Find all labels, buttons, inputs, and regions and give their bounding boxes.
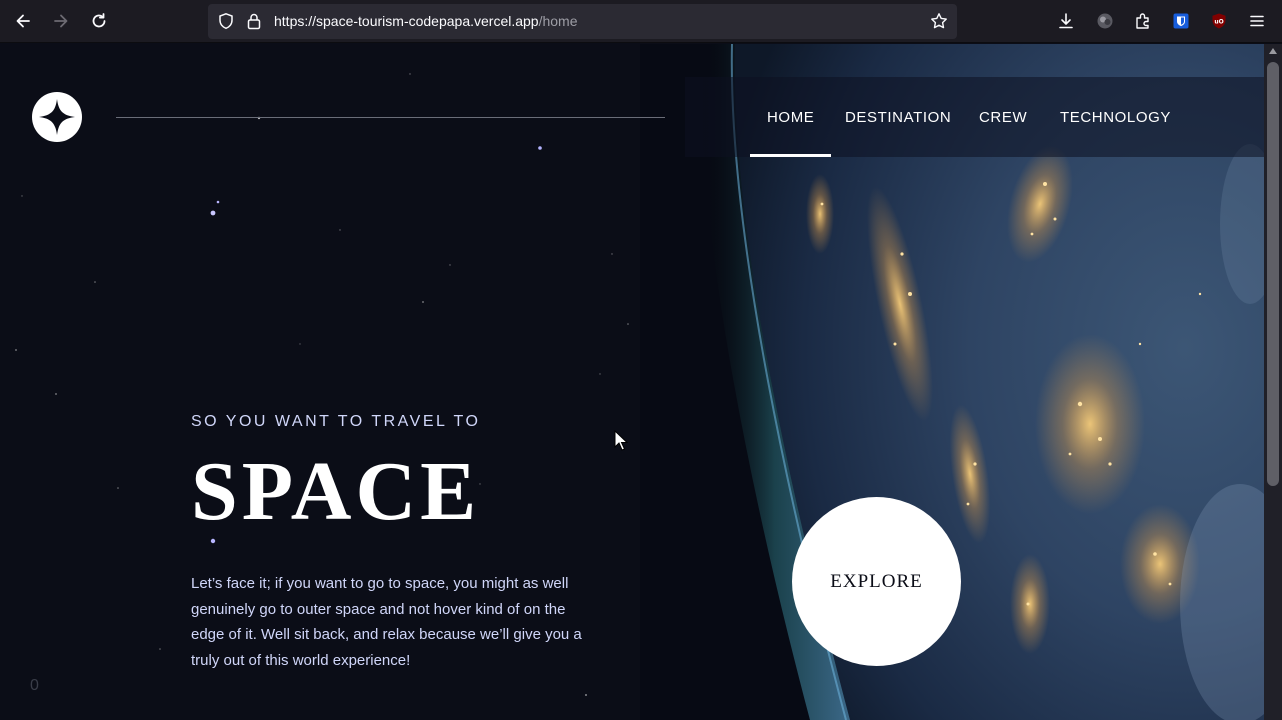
nav-item-home[interactable]: HOME	[749, 77, 832, 157]
url-text[interactable]: https://space-tourism-codepapa.vercel.ap…	[274, 13, 578, 29]
url-path: /home	[538, 13, 578, 29]
hero-eyebrow: SO YOU WANT TO TRAVEL TO	[191, 413, 481, 430]
explore-button[interactable]: EXPLORE	[792, 497, 961, 666]
hero-title: SPACE	[191, 445, 481, 538]
header-divider-line	[116, 117, 665, 118]
nav-label: DESTINATION	[845, 108, 952, 126]
svg-text:uO: uO	[1214, 19, 1223, 26]
star-logo-icon	[39, 99, 75, 135]
extensions-icon[interactable]	[1128, 6, 1158, 36]
forward-arrow-icon[interactable]	[46, 6, 76, 36]
scroll-up-arrow-icon[interactable]	[1269, 48, 1277, 54]
url-domain: https://space-tourism-codepapa.vercel.ap…	[274, 13, 539, 29]
scrollbar-thumb[interactable]	[1267, 62, 1279, 486]
hero-body-text: Let’s face it; if you want to go to spac…	[191, 575, 582, 669]
nav-item-destination[interactable]: DESTINATION	[845, 77, 951, 157]
nav-label: TECHNOLOGY	[1060, 108, 1172, 126]
nav-item-crew[interactable]: CREW	[979, 77, 1027, 157]
menu-icon[interactable]	[1242, 6, 1272, 36]
lock-icon[interactable]	[246, 12, 262, 30]
mouse-pointer-icon	[614, 430, 628, 451]
nav-label: CREW	[979, 108, 1028, 126]
main-navbar: HOME DESTINATION CREW TECHNOLOGY	[685, 77, 1264, 157]
logo[interactable]	[32, 92, 82, 142]
page-scrollbar[interactable]	[1264, 44, 1282, 720]
ublock-icon[interactable]: uO	[1204, 6, 1234, 36]
reload-icon[interactable]	[84, 6, 114, 36]
page-viewport: HOME DESTINATION CREW TECHNOLOGY SO YOU …	[0, 44, 1264, 720]
account-icon[interactable]	[1090, 6, 1120, 36]
star-bookmark-icon[interactable]	[930, 12, 948, 30]
browser-toolbar: https://space-tourism-codepapa.vercel.ap…	[0, 0, 1282, 43]
nav-label: HOME	[767, 108, 815, 126]
shield-icon[interactable]	[217, 12, 235, 30]
bitwarden-icon[interactable]	[1166, 6, 1196, 36]
corner-text: 0	[30, 677, 39, 694]
download-icon[interactable]	[1051, 6, 1081, 36]
back-arrow-icon[interactable]	[8, 6, 38, 36]
nav-item-technology[interactable]: TECHNOLOGY	[1060, 77, 1171, 157]
address-bar[interactable]: https://space-tourism-codepapa.vercel.ap…	[208, 4, 957, 39]
